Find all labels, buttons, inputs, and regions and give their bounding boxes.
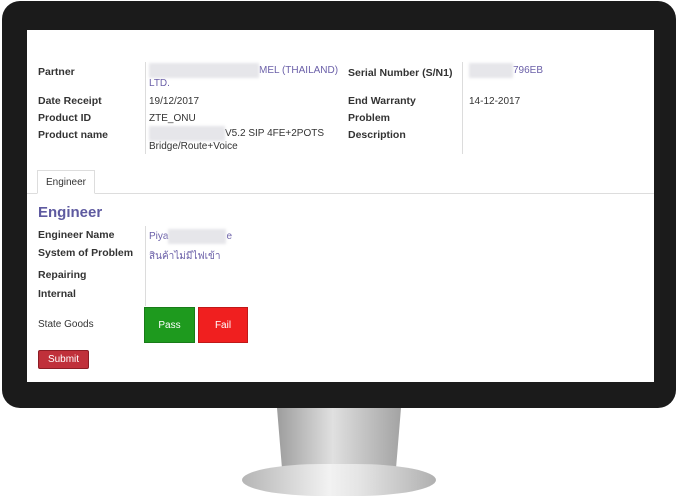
- serial-number-label: Serial Number (S/N1): [348, 67, 453, 79]
- product-name-line2: Bridge/Route+Voice: [149, 141, 238, 152]
- system-of-problem-value[interactable]: สินค้าไม่มีไฟเข้า: [149, 249, 220, 264]
- fail-button[interactable]: Fail: [198, 307, 248, 343]
- engineer-name-label: Engineer Name: [38, 229, 115, 241]
- partner-label: Partner: [38, 66, 75, 78]
- submit-button[interactable]: Submit: [38, 350, 89, 369]
- engineer-name-suffix: e: [226, 231, 233, 243]
- serial-number-text: 796EB: [513, 65, 544, 77]
- partner-value-text: MEL (THAILAND): [259, 65, 339, 77]
- product-name-label: Product name: [38, 129, 109, 141]
- monitor-stand-base: [242, 464, 436, 496]
- column-divider: [462, 62, 463, 154]
- pass-button[interactable]: Pass: [144, 307, 195, 343]
- product-name-text: V5.2 SIP 4FE+2POTS: [225, 128, 325, 140]
- column-divider: [145, 226, 146, 306]
- product-id-value: ZTE_ONU: [149, 113, 196, 124]
- engineer-name-value[interactable]: Piya e: [149, 229, 232, 244]
- tab-engineer[interactable]: Engineer: [37, 170, 95, 194]
- column-divider: [145, 62, 146, 154]
- state-goods-label: State Goods: [38, 319, 94, 330]
- product-name-value: V5.2 SIP 4FE+2POTS: [149, 126, 324, 141]
- redacted-text: [469, 63, 513, 78]
- redacted-text: [168, 229, 227, 244]
- partner-value[interactable]: MEL (THAILAND): [149, 63, 338, 78]
- date-receipt-value: 19/12/2017: [149, 96, 200, 107]
- redacted-text: [149, 63, 259, 78]
- monitor-stand-neck: [277, 408, 401, 468]
- problem-label: Problem: [348, 112, 391, 124]
- tab-bar: [27, 193, 654, 194]
- monitor-bezel: Partner Date Receipt Product ID Product …: [2, 1, 676, 408]
- engineer-name-prefix: Piya: [149, 231, 169, 243]
- redacted-text: [149, 126, 225, 141]
- partner-value-line2: LTD.: [149, 78, 170, 89]
- repairing-label: Repairing: [38, 269, 87, 281]
- internal-label: Internal: [38, 288, 76, 300]
- end-warranty-label: End Warranty: [348, 95, 416, 107]
- end-warranty-value: 14-12-2017: [469, 96, 521, 107]
- engineer-heading: Engineer: [38, 204, 103, 221]
- description-label: Description: [348, 129, 406, 141]
- serial-number-value[interactable]: 796EB: [469, 63, 543, 78]
- system-of-problem-label: System of Problem: [38, 247, 134, 259]
- product-id-label: Product ID: [38, 112, 92, 124]
- app-screen: Partner Date Receipt Product ID Product …: [27, 30, 654, 382]
- date-receipt-label: Date Receipt: [38, 95, 102, 107]
